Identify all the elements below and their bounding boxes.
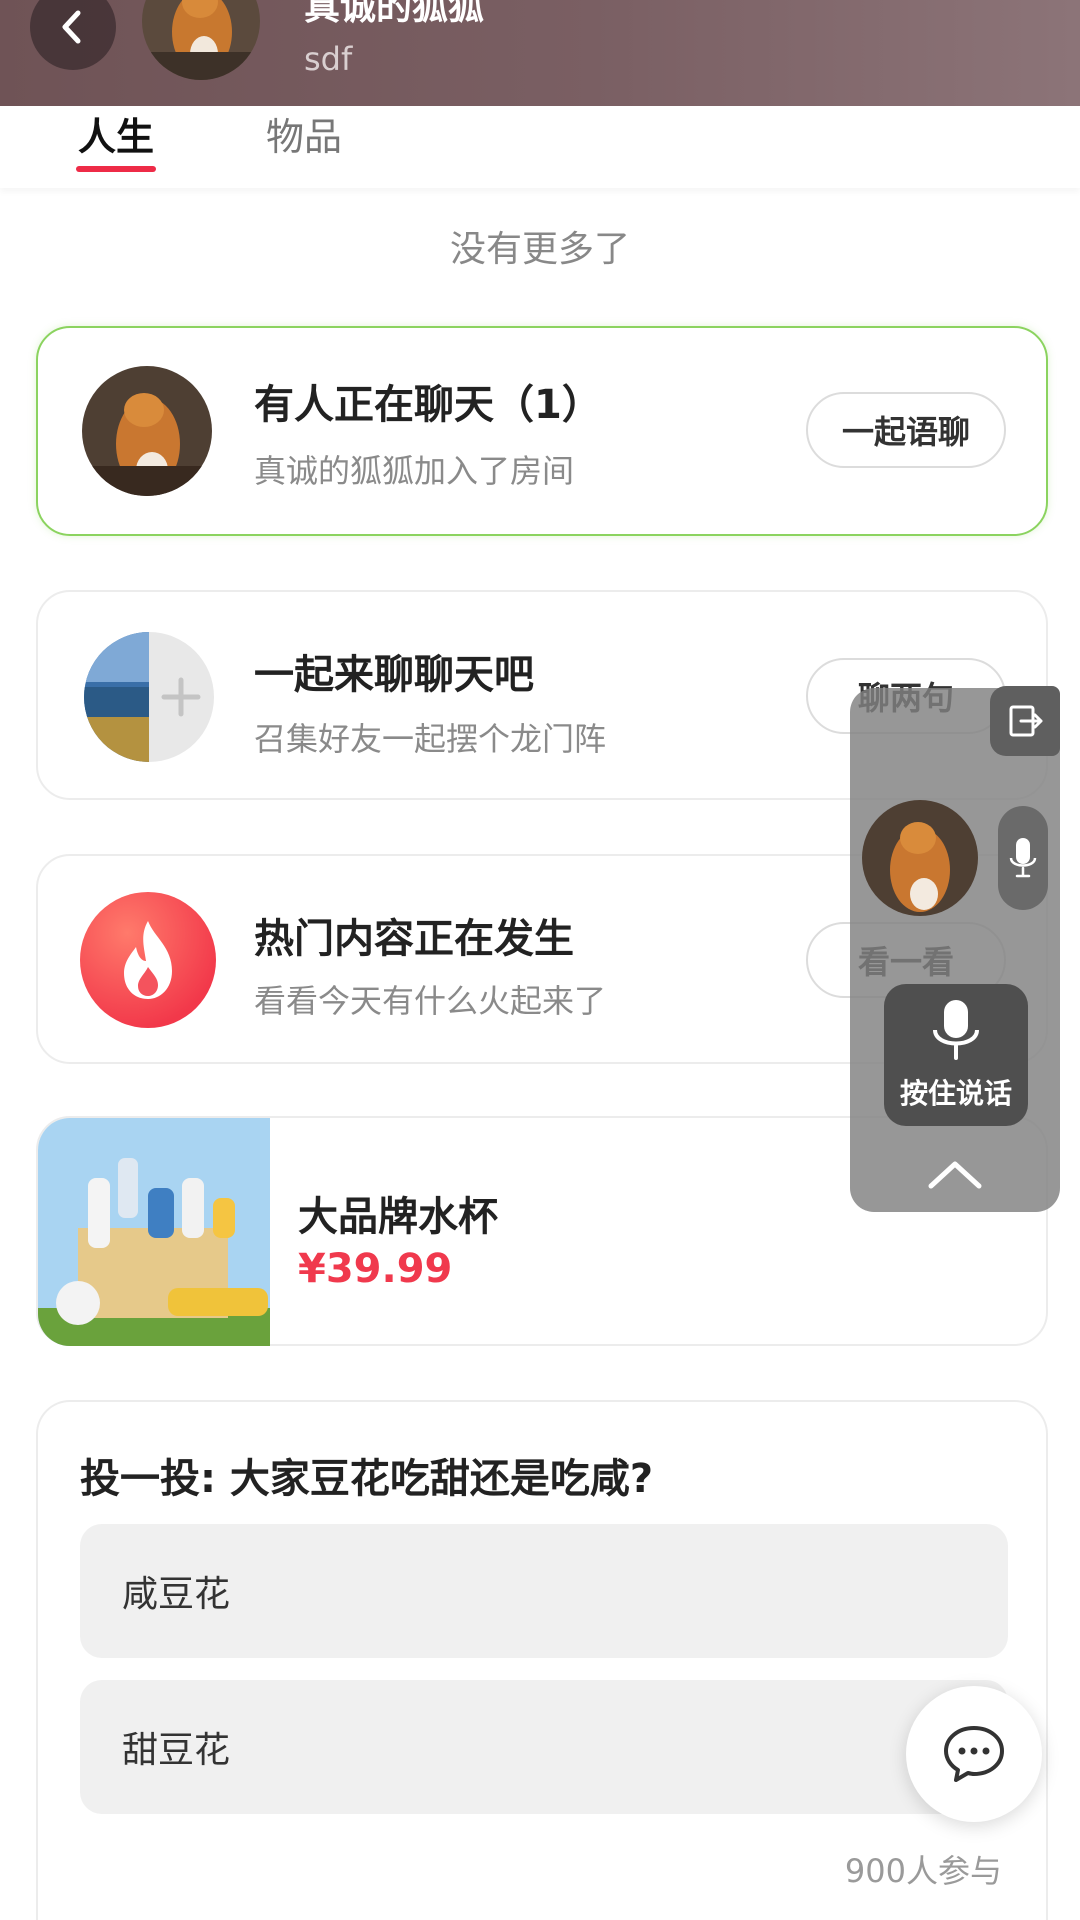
tab-life[interactable]: 人生: [78, 106, 154, 161]
mic-toggle-button[interactable]: [998, 806, 1048, 910]
chevron-up-icon: [928, 1161, 982, 1189]
voice-room-panel: 按住说话: [850, 686, 1060, 1212]
hold-to-talk-label: 按住说话: [899, 1077, 1012, 1110]
invite-subtitle: 召集好友一起摆个龙门阵: [254, 720, 607, 758]
avatar[interactable]: [862, 800, 978, 916]
active-tab-indicator: [76, 166, 156, 172]
tab-items[interactable]: 物品: [266, 106, 342, 161]
avatar: [82, 366, 212, 496]
page-subtitle: sdf: [304, 40, 353, 78]
avatar: [84, 632, 214, 762]
hot-content-subtitle: 看看今天有什么火起来了: [254, 982, 607, 1020]
chat-bubble-icon: [944, 1726, 1004, 1782]
profile-header: 真诚的狐狐 sdf: [0, 0, 1080, 106]
poll-participant-count: 900人参与: [844, 1852, 1002, 1890]
chat-room-card[interactable]: 有人正在聊天（1） 真诚的狐狐加入了房间 一起语聊: [36, 326, 1048, 536]
page: 真诚的狐狐 sdf 人生 物品 没有更多了 有人正在聊天（1） 真诚的狐狐加入了…: [0, 0, 1080, 1920]
poll-card: 投一投: 大家豆花吃甜还是吃咸? 咸豆花 甜豆花 900人参与: [36, 1400, 1048, 1920]
chat-fab-button[interactable]: [906, 1686, 1042, 1822]
product-name: 大品牌水杯: [298, 1194, 498, 1240]
chat-room-title: 有人正在聊天（1）: [254, 382, 602, 428]
avatar[interactable]: [142, 0, 260, 80]
exit-icon: [1009, 705, 1043, 737]
exit-room-button[interactable]: [990, 686, 1060, 756]
no-more-text: 没有更多了: [449, 229, 630, 270]
product-price: ¥39.99: [298, 1246, 453, 1292]
microphone-icon: [1009, 838, 1037, 878]
poll-option-salty[interactable]: 咸豆花: [80, 1524, 1008, 1658]
fire-icon: [80, 892, 216, 1028]
poll-question: 投一投: 大家豆花吃甜还是吃咸?: [80, 1456, 654, 1502]
page-title: 真诚的狐狐: [304, 0, 485, 28]
poll-option-sweet[interactable]: 甜豆花: [80, 1680, 1008, 1814]
tab-bar: 人生 物品: [0, 106, 1080, 188]
collapse-panel-button[interactable]: [920, 1154, 990, 1194]
back-button[interactable]: [30, 0, 116, 70]
chat-room-subtitle: 真诚的狐狐加入了房间: [254, 452, 575, 490]
chevron-left-icon: [62, 10, 81, 44]
hold-to-talk-button[interactable]: 按住说话: [884, 984, 1028, 1126]
join-voice-chat-button[interactable]: 一起语聊: [806, 392, 1006, 468]
invite-title: 一起来聊聊天吧: [254, 652, 534, 698]
product-image: [38, 1118, 270, 1346]
microphone-icon: [933, 1000, 979, 1060]
hot-content-title: 热门内容正在发生: [254, 916, 574, 962]
